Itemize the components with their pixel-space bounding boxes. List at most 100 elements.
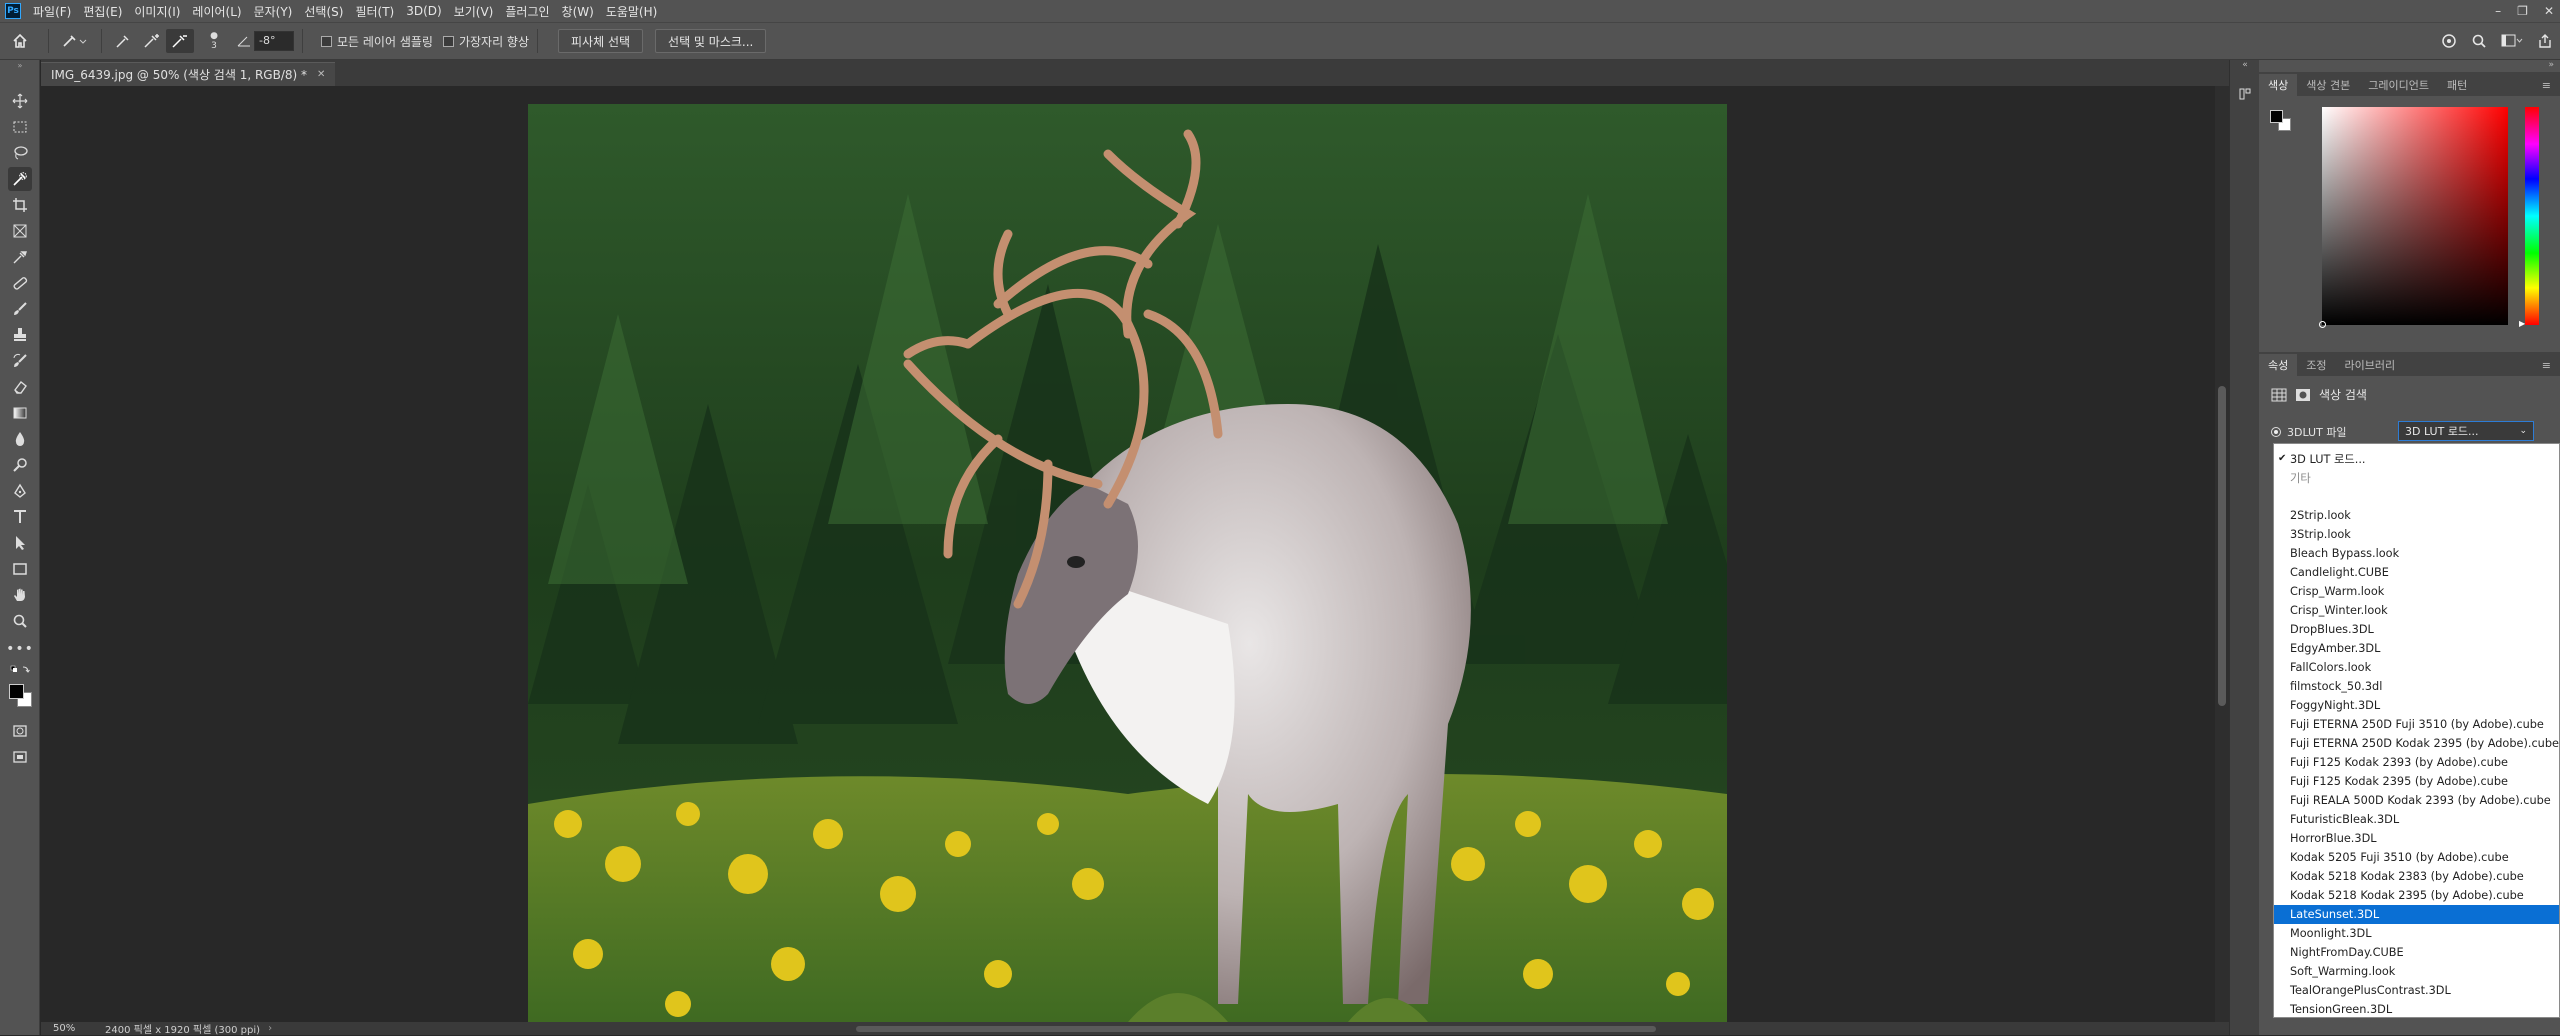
tab-color[interactable]: 색상 — [2259, 74, 2298, 96]
lut-item[interactable]: TealOrangePlusContrast.3DL — [2274, 981, 2559, 1000]
eraser-tool-icon[interactable] — [8, 375, 32, 399]
menu-type[interactable]: 문자(Y) — [248, 3, 299, 20]
tab-gradients[interactable]: 그레이디언트 — [2359, 74, 2438, 96]
color-swatches[interactable] — [8, 683, 34, 709]
lut-item[interactable]: 2Strip.look — [2274, 506, 2559, 525]
document-tab[interactable]: IMG_6439.jpg @ 50% (색상 검색 1, RGB/8) * ✕ — [41, 62, 336, 86]
menu-select[interactable]: 선택(S) — [298, 3, 349, 20]
lut-item[interactable]: Fuji REALA 500D Kodak 2393 (by Adobe).cu… — [2274, 791, 2559, 810]
screen-mode-icon[interactable] — [8, 745, 32, 769]
lut-file-select[interactable]: 3D LUT 로드... ⌄ — [2398, 421, 2534, 441]
history-panel-icon[interactable] — [2235, 84, 2255, 104]
history-brush-tool-icon[interactable] — [8, 349, 32, 373]
restore-icon[interactable]: ❐ — [2517, 4, 2528, 18]
lut-item[interactable]: FallColors.look — [2274, 658, 2559, 677]
lut-item[interactable]: HorrorBlue.3DL — [2274, 829, 2559, 848]
subtract-from-selection-icon[interactable] — [166, 29, 194, 53]
menu-layer[interactable]: 레이어(L) — [186, 3, 247, 20]
lut-item[interactable]: TensionGreen.3DL — [2274, 1000, 2559, 1017]
lut-item[interactable]: Crisp_Warm.look — [2274, 582, 2559, 601]
lut-item[interactable]: FoggyNight.3DL — [2274, 696, 2559, 715]
lut-item[interactable]: Fuji F125 Kodak 2393 (by Adobe).cube — [2274, 753, 2559, 772]
close-icon[interactable]: ✕ — [2544, 4, 2554, 18]
type-tool-icon[interactable] — [8, 505, 32, 529]
lut-item[interactable]: Moonlight.3DL — [2274, 924, 2559, 943]
learn-icon[interactable] — [2434, 29, 2464, 53]
lut-file-radio[interactable] — [2271, 427, 2281, 437]
marquee-tool-icon[interactable] — [8, 115, 32, 139]
zoom-tool-icon[interactable] — [8, 609, 32, 633]
default-colors-icon[interactable] — [8, 663, 32, 677]
expand-panels-icon[interactable]: « — [2230, 60, 2260, 72]
menu-view[interactable]: 보기(V) — [448, 3, 500, 20]
lut-item[interactable]: Kodak 5205 Fuji 3510 (by Adobe).cube — [2274, 848, 2559, 867]
lut-item[interactable]: Candlelight.CUBE — [2274, 563, 2559, 582]
frame-tool-icon[interactable] — [8, 219, 32, 243]
healing-brush-tool-icon[interactable] — [8, 271, 32, 295]
new-selection-icon[interactable] — [110, 29, 138, 53]
crop-tool-icon[interactable] — [8, 193, 32, 217]
panel-menu-icon[interactable]: ≡ — [2533, 74, 2560, 96]
minimize-icon[interactable]: – — [2495, 4, 2501, 18]
lasso-tool-icon[interactable] — [8, 141, 32, 165]
menu-window[interactable]: 창(W) — [556, 3, 600, 20]
path-selection-tool-icon[interactable] — [8, 531, 32, 555]
lut-item[interactable]: FuturisticBleak.3DL — [2274, 810, 2559, 829]
tab-adjustments[interactable]: 조정 — [2297, 354, 2335, 376]
hue-slider-handle-icon[interactable]: ▶ — [2519, 319, 2525, 328]
pen-tool-icon[interactable] — [8, 479, 32, 503]
hand-tool-icon[interactable] — [8, 583, 32, 607]
lut-item[interactable]: Bleach Bypass.look — [2274, 544, 2559, 563]
collapse-toolbar-icon[interactable]: » — [8, 60, 32, 70]
lut-item[interactable]: Kodak 5218 Kodak 2383 (by Adobe).cube — [2274, 867, 2559, 886]
document-image[interactable] — [528, 104, 1727, 1022]
lut-item[interactable]: Fuji ETERNA 250D Fuji 3510 (by Adobe).cu… — [2274, 715, 2559, 734]
lut-item[interactable]: Soft_Warming.look — [2274, 962, 2559, 981]
blur-tool-icon[interactable] — [8, 427, 32, 451]
menu-item-load-3d-lut[interactable]: ✔ 3D LUT 로드... — [2274, 449, 2559, 468]
home-icon[interactable] — [0, 29, 40, 53]
add-to-selection-icon[interactable] — [138, 29, 166, 53]
zoom-level[interactable]: 50% — [41, 1023, 95, 1034]
lut-item[interactable]: filmstock_50.3dl — [2274, 677, 2559, 696]
menu-edit[interactable]: 편집(E) — [77, 3, 128, 20]
close-tab-icon[interactable]: ✕ — [317, 69, 325, 80]
workspace-icon[interactable] — [2494, 29, 2530, 53]
quick-selection-tool-icon[interactable] — [8, 167, 32, 191]
menu-help[interactable]: 도움말(H) — [600, 3, 664, 20]
enhance-edge-checkbox[interactable]: 가장자리 향상 — [442, 33, 529, 50]
vertical-scroll-thumb[interactable] — [2218, 386, 2226, 706]
lut-item[interactable]: Kodak 5218 Kodak 2395 (by Adobe).cube — [2274, 886, 2559, 905]
panel-foreground-swatch[interactable] — [2270, 110, 2283, 123]
menu-file[interactable]: 파일(F) — [27, 3, 77, 20]
sample-all-layers-checkbox[interactable]: 모든 레이어 샘플링 — [321, 33, 433, 50]
move-tool-icon[interactable] — [8, 89, 32, 113]
quick-mask-icon[interactable] — [8, 719, 32, 743]
color-picker-field[interactable] — [2319, 107, 2508, 328]
eyedropper-tool-icon[interactable] — [8, 245, 32, 269]
menu-image[interactable]: 이미지(I) — [128, 3, 186, 20]
menu-3d[interactable]: 3D(D) — [400, 4, 447, 18]
hue-slider[interactable]: ▶ — [2519, 107, 2539, 328]
brush-size-picker[interactable]: ● 3 — [194, 29, 234, 53]
gradient-tool-icon[interactable] — [8, 401, 32, 425]
menu-plugins[interactable]: 플러그인 — [499, 3, 555, 20]
search-icon[interactable] — [2464, 29, 2494, 53]
tab-patterns[interactable]: 패턴 — [2438, 74, 2476, 96]
lut-item[interactable]: LateSunset.3DL — [2274, 905, 2559, 924]
lut-item[interactable]: Fuji F125 Kodak 2395 (by Adobe).cube — [2274, 772, 2559, 791]
lut-item[interactable]: DropBlues.3DL — [2274, 620, 2559, 639]
select-and-mask-button[interactable]: 선택 및 마스크... — [655, 29, 767, 53]
rectangle-tool-icon[interactable] — [8, 557, 32, 581]
lut-item[interactable]: 3Strip.look — [2274, 525, 2559, 544]
lut-item[interactable]: Crisp_Winter.look — [2274, 601, 2559, 620]
lut-item[interactable]: Fuji ETERNA 250D Kodak 2395 (by Adobe).c… — [2274, 734, 2559, 753]
properties-menu-icon[interactable]: ≡ — [2533, 354, 2560, 376]
brush-tool-icon[interactable] — [8, 297, 32, 321]
clone-stamp-tool-icon[interactable] — [8, 323, 32, 347]
lut-item[interactable]: NightFromDay.CUBE — [2274, 943, 2559, 962]
select-subject-button[interactable]: 피사체 선택 — [558, 29, 644, 53]
share-icon[interactable] — [2530, 29, 2560, 53]
lut-item[interactable]: EdgyAmber.3DL — [2274, 639, 2559, 658]
more-tools-icon[interactable]: ••• — [6, 637, 33, 661]
